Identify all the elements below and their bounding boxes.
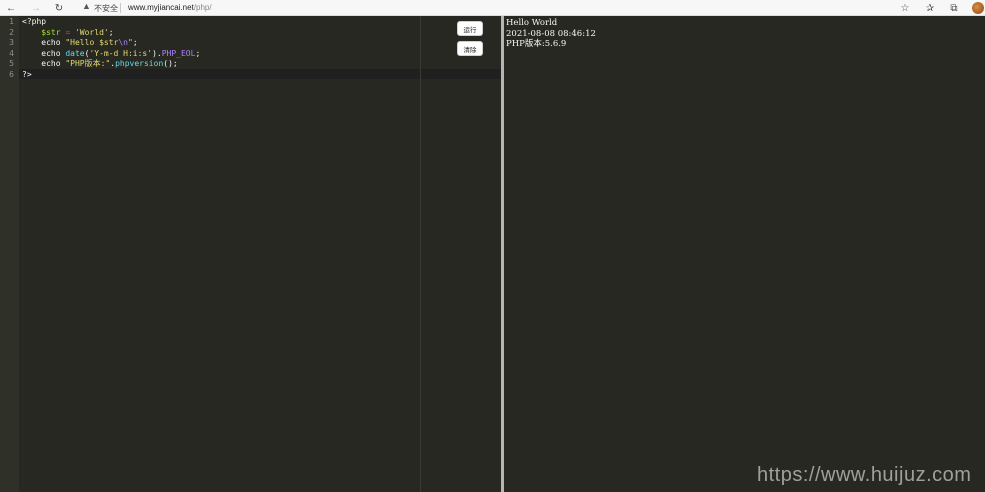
- code-token: phpversion: [115, 59, 164, 68]
- favorites-icon[interactable]: ✰: [923, 1, 937, 15]
- output-line: 2021-08-08 08:46:12: [506, 28, 596, 39]
- address-divider: [120, 3, 121, 13]
- code-token: <?php: [22, 17, 47, 26]
- watermark: https://www.huijuz.com: [757, 464, 972, 486]
- profile-avatar[interactable]: [972, 2, 984, 14]
- code-token: date: [65, 48, 85, 58]
- code-token: ();: [163, 59, 178, 68]
- line-number: 3: [9, 38, 14, 47]
- back-icon[interactable]: ←: [4, 1, 18, 15]
- run-button[interactable]: 运行: [457, 21, 483, 36]
- security-label[interactable]: 不安全: [94, 3, 118, 14]
- editor-gutter: 1 2 3 4 5 6: [0, 16, 19, 492]
- code-token: ;: [108, 27, 114, 37]
- code-token: echo: [41, 38, 61, 47]
- print-margin: [420, 16, 421, 492]
- output-pane: Hello World 2021-08-08 08:46:12 PHP版本:5.…: [504, 16, 985, 492]
- forward-icon[interactable]: →: [29, 1, 43, 15]
- code-line: echo "Hello $str\n";: [22, 38, 138, 49]
- output-line: PHP版本:5.6.9: [506, 39, 567, 49]
- code-token: $str: [41, 27, 61, 37]
- code-line: <?php: [22, 17, 46, 28]
- line-number: 4: [9, 48, 14, 58]
- code-token: echo: [41, 48, 61, 58]
- line-number: 5: [9, 59, 14, 68]
- code-line: echo "PHP版本:".phpversion();: [22, 59, 178, 70]
- reload-icon[interactable]: ↻: [52, 1, 66, 15]
- address-bar[interactable]: www.myjiancai.net/php/: [128, 3, 212, 12]
- line-number: 6: [9, 69, 14, 79]
- url-path: /php/: [193, 3, 212, 12]
- browser-toolbar: ← → ↻ ▲ 不安全 www.myjiancai.net/php/ ☆ ✰ ⧉: [0, 0, 985, 16]
- code-line: ?>: [22, 70, 32, 81]
- warning-icon[interactable]: ▲: [82, 1, 91, 11]
- code-token: "PHP版本:": [65, 59, 111, 68]
- code-token: ).: [152, 48, 162, 58]
- code-token: ?>: [22, 69, 32, 79]
- code-token: =: [60, 27, 75, 37]
- line-number: 2: [9, 27, 14, 37]
- code-token: 'World': [74, 27, 109, 37]
- favorite-add-icon[interactable]: ☆: [898, 1, 912, 15]
- code-token: ;: [195, 48, 201, 58]
- code-line: echo date('Y-m-d H:i:s').PHP_EOL;: [22, 49, 200, 60]
- url-host: www.myjiancai.net: [128, 3, 194, 12]
- code-line: $str = 'World';: [22, 27, 114, 39]
- code-token: PHP_EOL: [161, 48, 196, 58]
- collections-icon[interactable]: ⧉: [947, 1, 961, 15]
- output-line: Hello World: [506, 18, 558, 28]
- code-token: echo: [41, 59, 61, 68]
- active-line-highlight: [19, 69, 501, 79]
- line-number: 1: [9, 17, 14, 26]
- code-token: 'Y-m-d H:i:s': [89, 48, 153, 58]
- code-token: ;: [132, 38, 138, 47]
- code-token: \n: [118, 38, 128, 47]
- code-token: "Hello $str: [65, 38, 119, 47]
- clear-button[interactable]: 清除: [457, 41, 483, 56]
- code-editor[interactable]: 1 2 3 4 5 6 <?php $str = 'World'; echo "…: [0, 16, 501, 492]
